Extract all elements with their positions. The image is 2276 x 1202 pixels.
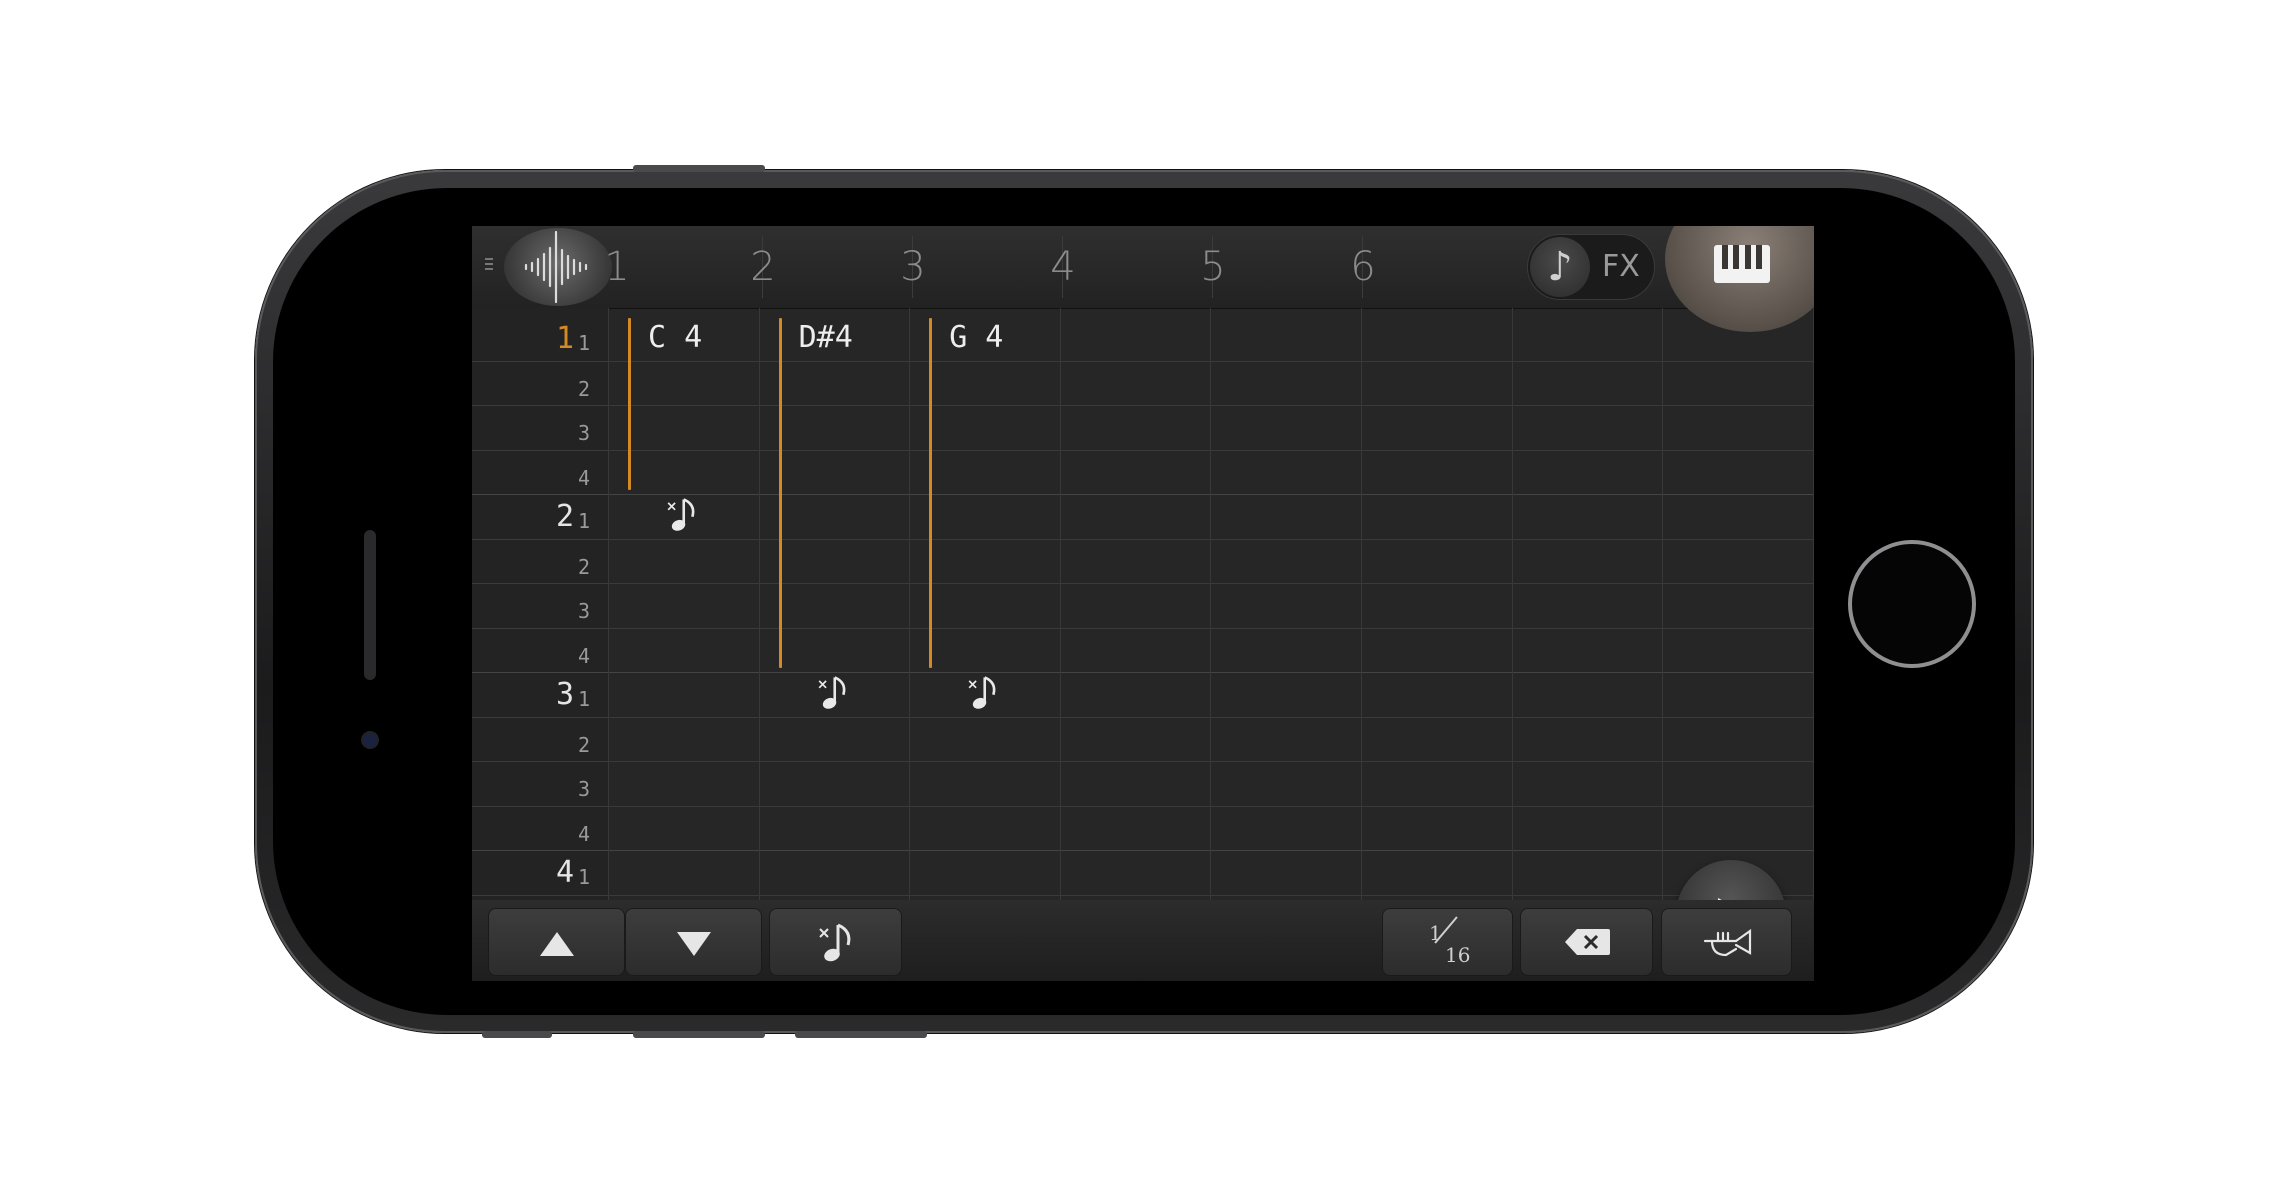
row-label: 4 <box>472 628 608 672</box>
note-off-icon <box>819 923 851 962</box>
grid-row-line <box>472 627 1814 629</box>
sub-beat-number: 3 <box>577 599 590 623</box>
grid-column-line <box>1059 308 1061 900</box>
up-arrow-icon <box>540 932 574 956</box>
note-off-icon[interactable] <box>965 674 1005 714</box>
row-label: 3 <box>472 405 608 449</box>
note-label[interactable]: G 4 <box>949 320 1003 355</box>
grid-row-line <box>472 405 1814 406</box>
eighth-note-icon[interactable]: ♪ <box>1530 237 1590 297</box>
row-label: 2 <box>472 717 608 761</box>
power-button <box>633 165 765 172</box>
row-label: 11 <box>472 316 608 360</box>
note-off-icon[interactable] <box>815 674 855 714</box>
note-grid[interactable]: 11234212343123441 C 4 D#4 G 4 <box>472 308 1814 970</box>
row-label: 4 <box>472 450 608 494</box>
grid-column-line <box>1361 308 1362 900</box>
volume-down-button <box>795 1031 927 1038</box>
beat-number: 4 <box>555 855 574 890</box>
fx-label[interactable]: FX <box>1602 235 1640 299</box>
fx-toggle[interactable]: ♪ FX <box>1527 234 1655 300</box>
grid-column-line <box>758 308 760 900</box>
top-bar: 1 2 3 4 5 6 ♪ FX <box>472 226 1814 332</box>
note-label[interactable]: D#4 <box>799 320 853 355</box>
row-label: 4 <box>472 806 608 850</box>
sub-beat-number: 4 <box>577 821 590 846</box>
grid-row-line <box>472 538 1814 540</box>
column-header-6[interactable]: 6 <box>1288 226 1438 308</box>
beat-number: 1 <box>555 321 574 356</box>
column-header-3[interactable]: 3 <box>838 226 988 308</box>
step-fraction: 1 16 <box>1383 909 1512 975</box>
sub-beat-number: 3 <box>577 421 590 445</box>
sub-beat-number: 1 <box>577 509 590 533</box>
grid-column-line <box>1662 308 1664 900</box>
beat-number: 2 <box>555 499 574 534</box>
grid-row-line <box>472 583 1814 584</box>
row-label: 41 <box>472 850 608 894</box>
grid-row-line <box>472 850 1814 851</box>
grid-column-line <box>608 308 609 900</box>
note-length-bar[interactable] <box>628 318 631 490</box>
sub-beat-number: 2 <box>577 376 590 401</box>
column-header-2[interactable]: 2 <box>688 226 838 308</box>
sub-beat-number: 2 <box>577 554 590 579</box>
sub-beat-number: 1 <box>577 687 590 711</box>
note-length-bar[interactable] <box>778 318 782 668</box>
mute-switch <box>482 1031 552 1038</box>
sub-beat-number: 1 <box>577 331 590 355</box>
grid-column-line <box>1511 308 1513 900</box>
row-labels: 11234212343123441 <box>472 308 608 900</box>
row-label: 2 <box>472 539 608 583</box>
grid-row-line <box>472 761 1814 762</box>
row-label: 3 <box>472 583 608 627</box>
sub-beat-number: 1 <box>577 865 590 889</box>
note-off-icon[interactable] <box>664 496 704 536</box>
down-arrow-icon <box>677 932 711 956</box>
bottom-toolbar: 1 16 <box>472 900 1814 981</box>
grid-column-line <box>1210 308 1212 900</box>
sub-beat-number: 2 <box>577 732 590 757</box>
note-length-bar[interactable] <box>929 318 933 668</box>
row-label: 21 <box>472 494 608 538</box>
column-header-1[interactable]: 1 <box>542 226 692 308</box>
note-label[interactable]: C 4 <box>648 320 702 355</box>
grid-row-line <box>472 805 1814 807</box>
step-size-button[interactable]: 1 16 <box>1382 908 1513 976</box>
sub-beat-number: 4 <box>577 465 590 490</box>
move-down-button[interactable] <box>625 908 762 976</box>
beat-number: 3 <box>555 677 574 712</box>
volume-up-button <box>633 1031 765 1038</box>
grid-row-line <box>472 716 1814 718</box>
trumpet-icon <box>1703 928 1752 957</box>
delete-button[interactable] <box>1520 908 1653 976</box>
note-off-button[interactable] <box>769 908 902 976</box>
column-header-4[interactable]: 4 <box>988 226 1138 308</box>
grid-row-line <box>472 894 1814 896</box>
move-up-button[interactable] <box>488 908 625 976</box>
drag-handle-icon[interactable] <box>485 258 493 274</box>
grid-row-line <box>472 360 1814 362</box>
step-denominator: 16 <box>1445 943 1471 967</box>
grid-column-line <box>909 308 911 900</box>
backspace-icon <box>1565 929 1610 955</box>
sub-beat-number: 3 <box>577 777 590 801</box>
row-label: 2 <box>472 361 608 405</box>
grid-row-line <box>472 494 1814 495</box>
row-label: 31 <box>472 672 608 716</box>
column-header-5[interactable]: 5 <box>1138 226 1288 308</box>
home-button[interactable] <box>1848 540 1976 668</box>
grid-column-line <box>1812 308 1814 900</box>
earpiece-speaker <box>364 530 376 680</box>
sub-beat-number: 4 <box>577 643 590 668</box>
app-screen: 1 2 3 4 5 6 ♪ FX 11234212343123441 C 4D#… <box>472 226 1814 981</box>
front-camera <box>363 733 377 747</box>
instrument-button[interactable] <box>1661 908 1792 976</box>
grid-row-line <box>472 449 1814 451</box>
grid-row-line <box>472 672 1814 673</box>
row-label: 3 <box>472 761 608 805</box>
